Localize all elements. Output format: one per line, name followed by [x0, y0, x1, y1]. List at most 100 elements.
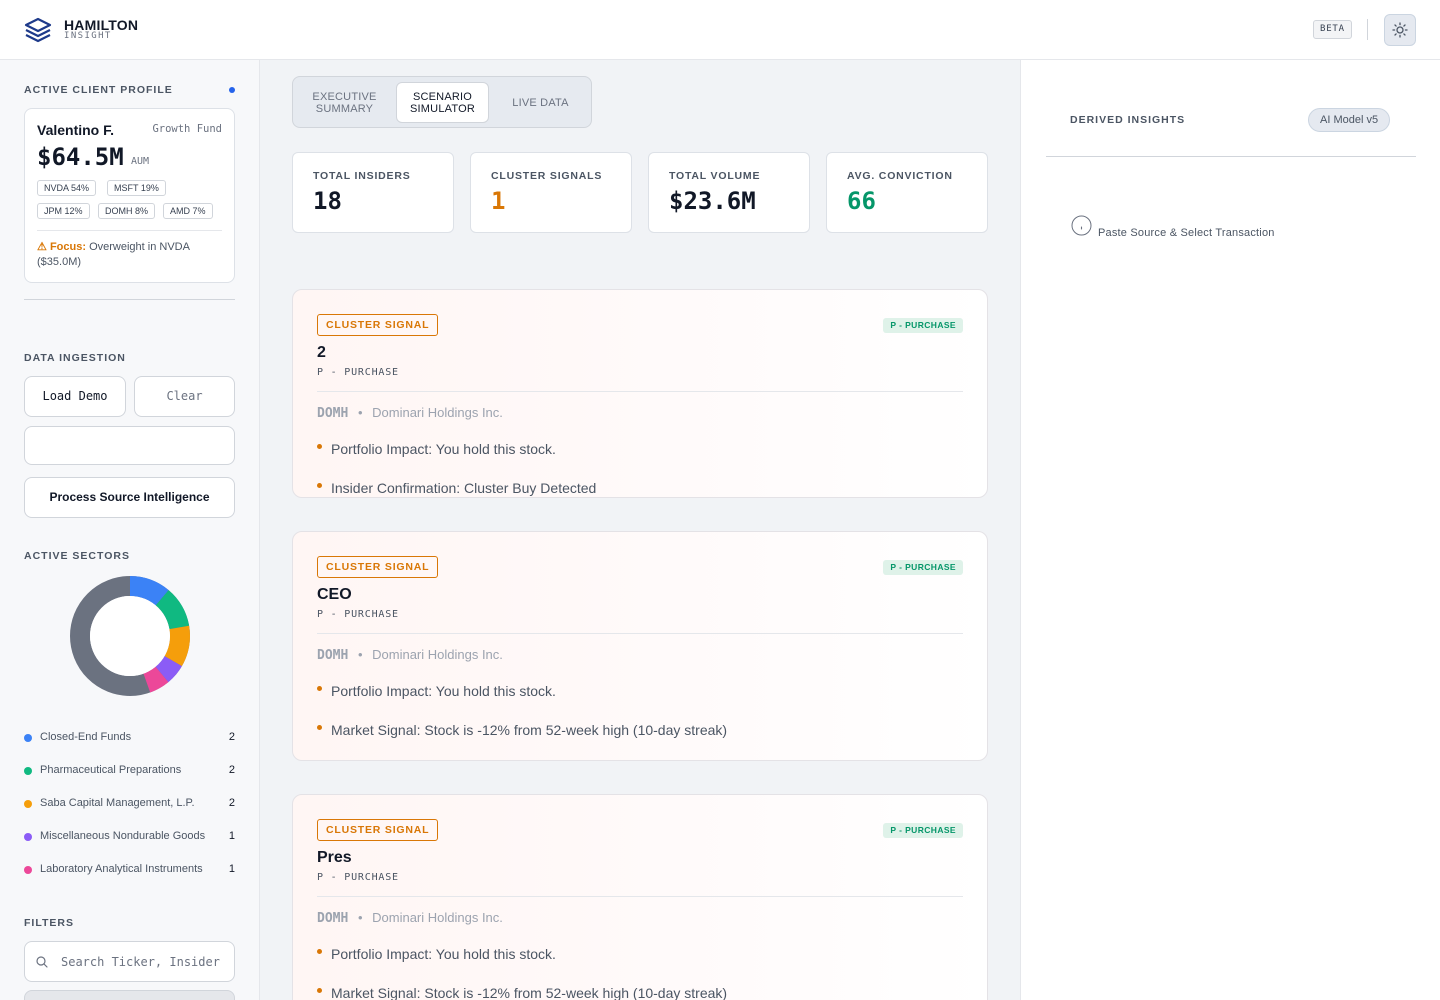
process-source-button[interactable]: Process Source Intelligence [24, 477, 235, 518]
tab-label: SCENARIO SIMULATOR [410, 90, 475, 115]
sector-row-saba-capital[interactable]: Saba Capital Management, L.P. 2 [24, 796, 235, 812]
divider [317, 391, 963, 392]
search-box[interactable] [24, 941, 235, 982]
client-type: Growth Fund [152, 123, 222, 135]
header-divider [1367, 19, 1368, 40]
focus-note: ⚠ Focus: Overweight in NVDA ($35.0M) [37, 240, 227, 270]
stat-label: TOTAL VOLUME [669, 170, 761, 182]
source-input[interactable] [24, 426, 235, 465]
divider [1046, 156, 1416, 157]
company-line: DOMH • Dominari Holdings Inc. [317, 910, 503, 926]
sector-color-dot [24, 866, 32, 874]
company-name: Dominari Holdings Inc. [372, 647, 503, 662]
insights-title: DERIVED INSIGHTS [1070, 114, 1186, 126]
focus-label: Focus: [49, 241, 86, 253]
search-icon [36, 956, 48, 968]
stat-card-total-volume: TOTAL VOLUME $23.6M [648, 152, 810, 233]
signal-card[interactable]: CLUSTER SIGNAL P - PURCHASE CEO P - PURC… [292, 531, 988, 761]
sector-color-dot [24, 767, 32, 775]
tab-label: EXECUTIVE SUMMARY [312, 90, 377, 115]
tab-scenario-simulator[interactable]: SCENARIO SIMULATOR [396, 82, 489, 123]
filters-section-title: FILTERS [24, 917, 74, 929]
tab-live-data[interactable]: LIVE DATA [494, 82, 587, 123]
divider [317, 896, 963, 897]
theme-toggle-button[interactable] [1384, 14, 1416, 46]
sector-row-misc-nondurable-goods[interactable]: Miscellaneous Nondurable Goods 1 [24, 829, 235, 845]
tab-label: LIVE DATA [512, 96, 569, 109]
sector-donut-chart [70, 576, 190, 696]
sector-row-lab-analytical-instruments[interactable]: Laboratory Analytical Instruments 1 [24, 862, 235, 878]
sector-name: Closed-End Funds [40, 731, 132, 743]
holding-chip: AMD 7% [163, 203, 213, 219]
insider-title: Pres [317, 849, 352, 866]
sector-name: Laboratory Analytical Instruments [40, 863, 203, 875]
filter-control[interactable] [24, 990, 235, 1000]
insights-empty-hint: Paste Source & Select Transaction [1098, 227, 1275, 239]
stat-card-total-insiders: TOTAL INSIDERS 18 [292, 152, 454, 233]
sector-color-dot [24, 800, 32, 808]
divider [317, 633, 963, 634]
signal-feed: CLUSTER SIGNAL P - PURCHASE 2 P - PURCHA… [292, 289, 988, 1000]
stat-value: 66 [847, 187, 876, 215]
sector-name: Pharmaceutical Preparations [40, 764, 182, 776]
insider-title: 2 [317, 344, 326, 361]
stat-label: AVG. CONVICTION [847, 170, 953, 182]
sector-color-dot [24, 833, 32, 841]
holding-chip: DOMH 8% [98, 203, 156, 219]
search-input[interactable] [61, 953, 229, 971]
stat-label: CLUSTER SIGNALS [491, 170, 603, 182]
cluster-signal-badge: CLUSTER SIGNAL [317, 314, 439, 336]
sidebar: ACTIVE CLIENT PROFILE Valentino F. Growt… [0, 60, 260, 1000]
signal-card[interactable]: CLUSTER SIGNAL P - PURCHASE 2 P - PURCHA… [292, 289, 988, 498]
warning-icon: ⚠ [37, 241, 47, 253]
tab-executive-summary[interactable]: EXECUTIVE SUMMARY [298, 82, 391, 123]
sector-count: 2 [228, 797, 235, 809]
sector-count: 2 [228, 731, 235, 743]
transaction-type-badge: P - PURCHASE [883, 560, 963, 575]
transaction-code: P - PURCHASE [317, 609, 399, 620]
ticker: DOMH [317, 648, 349, 663]
cluster-signal-badge: CLUSTER SIGNAL [317, 556, 439, 578]
stat-value: 1 [491, 187, 506, 215]
view-tabs: EXECUTIVE SUMMARY SCENARIO SIMULATOR LIVE … [292, 76, 592, 128]
stacked-layers-icon[interactable] [24, 16, 52, 44]
stat-value: $23.6M [669, 187, 756, 215]
ai-model-badge[interactable]: AI Model v5 [1308, 108, 1391, 132]
sector-count: 1 [228, 830, 235, 842]
signal-card[interactable]: CLUSTER SIGNAL P - PURCHASE Pres P - PUR… [292, 794, 988, 1000]
divider [24, 299, 235, 300]
donut-hole [90, 596, 170, 676]
insider-title: CEO [317, 586, 352, 603]
sector-name: Miscellaneous Nondurable Goods [40, 830, 206, 842]
stat-card-cluster-signals: CLUSTER SIGNALS 1 [470, 152, 632, 233]
insights-panel: DERIVED INSIGHTS AI Model v5 Paste Sourc… [1020, 60, 1440, 1000]
load-demo-button[interactable]: Load Demo [24, 376, 126, 417]
transaction-type-badge: P - PURCHASE [883, 318, 963, 333]
clear-button[interactable]: Clear [134, 376, 235, 417]
sun-icon [1392, 22, 1408, 38]
info-icon [1071, 215, 1092, 236]
sectors-section-title: ACTIVE SECTORS [24, 550, 130, 562]
sector-row-closed-end-funds[interactable]: Closed-End Funds 2 [24, 730, 235, 746]
aum-value: $64.5M [37, 143, 124, 171]
client-name: Valentino F. [37, 122, 115, 138]
beta-badge: BETA [1313, 20, 1352, 39]
stat-value: 18 [313, 187, 342, 215]
sector-row-pharmaceutical-preparations[interactable]: Pharmaceutical Preparations 2 [24, 763, 235, 779]
stat-label: TOTAL INSIDERS [313, 170, 411, 182]
sector-color-dot [24, 734, 32, 742]
company-line: DOMH • Dominari Holdings Inc. [317, 405, 503, 421]
stat-card-avg-conviction: AVG. CONVICTION 66 [826, 152, 988, 233]
transaction-code: P - PURCHASE [317, 367, 399, 378]
sector-count: 2 [228, 764, 235, 776]
status-dot [229, 87, 235, 93]
holding-chip: NVDA 54% [37, 180, 97, 196]
ingestion-section-title: DATA INGESTION [24, 352, 126, 364]
company-line: DOMH • Dominari Holdings Inc. [317, 647, 503, 663]
top-bar: HAMILTON INSIGHT BETA [0, 0, 1440, 60]
company-name: Dominari Holdings Inc. [372, 405, 503, 420]
brand-subtitle: INSIGHT [64, 31, 112, 41]
client-profile-card: Valentino F. Growth Fund $64.5M AUM NVDA… [24, 108, 235, 283]
holding-chip: JPM 12% [37, 203, 90, 219]
profile-section-title: ACTIVE CLIENT PROFILE [24, 84, 173, 96]
